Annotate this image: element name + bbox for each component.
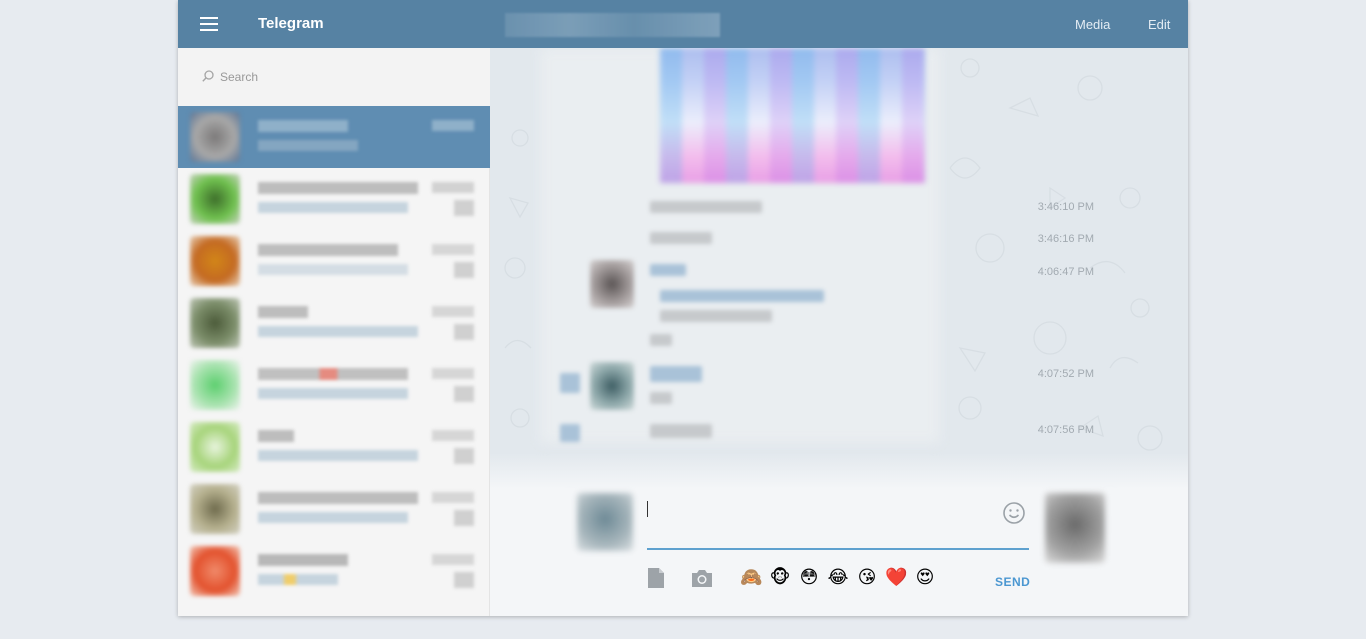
smiley-icon[interactable]: [1002, 501, 1026, 525]
sender-avatar[interactable]: [590, 260, 634, 308]
dialog-badge-redacted: [454, 324, 474, 340]
camera-icon[interactable]: [691, 568, 713, 588]
dialog-date-redacted: [432, 182, 474, 193]
dialog-badge-redacted: [454, 572, 474, 588]
message-timestamp: 4:06:47 PM: [1037, 266, 1094, 278]
dialog-name-redacted: [258, 244, 398, 256]
message-status-redacted: [560, 424, 580, 442]
sender-avatar[interactable]: [590, 362, 634, 410]
dialog-message-redacted: [258, 450, 418, 461]
dialog-item[interactable]: [178, 416, 490, 478]
dialog-name-redacted: [258, 492, 418, 504]
dialog-item[interactable]: [178, 292, 490, 354]
message-timestamp: 4:07:56 PM: [1037, 424, 1094, 436]
text-caret: [647, 501, 648, 517]
dialog-date-redacted: [432, 430, 474, 441]
dialogs-sidebar: [178, 48, 490, 616]
dialog-name-redacted: [258, 182, 418, 194]
dialog-name-redacted: [258, 306, 308, 318]
quick-emoji-heart[interactable]: ❤️: [885, 566, 907, 588]
send-button[interactable]: SEND: [995, 575, 1030, 589]
dialog-date-redacted: [432, 244, 474, 255]
avatar: [190, 112, 240, 162]
dialog-date-redacted: [432, 492, 474, 503]
edit-button[interactable]: Edit: [1148, 17, 1170, 32]
message-status-redacted: [560, 373, 580, 393]
quick-emoji-see-no-evil-monkey[interactable]: 🙈: [740, 566, 762, 588]
dialog-item[interactable]: [178, 478, 490, 540]
dialog-name-redacted: [258, 430, 294, 442]
avatar: [190, 484, 240, 534]
dialog-date-redacted: [432, 120, 474, 131]
message-text-redacted: [650, 424, 712, 438]
dialog-date-redacted: [432, 306, 474, 317]
avatar: [190, 174, 240, 224]
avatar: [190, 298, 240, 348]
message-text-redacted: [650, 334, 672, 346]
dialog-badge-redacted: [454, 262, 474, 278]
dialog-message-redacted: [258, 326, 418, 337]
chat-area: 3:46:10 PM 3:46:16 PM 4:06:47 PM 4:07:52…: [490, 48, 1188, 616]
dialog-message-redacted: [258, 202, 408, 213]
message-text-redacted: [650, 201, 762, 213]
dialog-message-redacted: [258, 140, 358, 151]
message-text-redacted: [650, 232, 712, 244]
avatar: [190, 546, 240, 596]
avatar: [190, 422, 240, 472]
dialog-message-redacted: [258, 574, 338, 585]
dialog-item[interactable]: [178, 540, 490, 602]
app-title: Telegram: [258, 15, 324, 32]
photo-message-redacted[interactable]: [660, 48, 925, 183]
message-composer: 🙈 🐵 😳 😂 😘 ❤️ 😍 SEND: [490, 453, 1188, 616]
search-bar: [178, 48, 490, 106]
peer-avatar[interactable]: [1045, 493, 1105, 563]
message-text-redacted: [660, 310, 772, 322]
avatar: [190, 236, 240, 286]
peer-name-redacted[interactable]: [505, 13, 720, 37]
telegram-window: Telegram Media Edit Search 3:46:10 PM 3:…: [178, 0, 1188, 616]
dialog-name-redacted: [258, 120, 348, 132]
avatar: [190, 360, 240, 410]
message-input[interactable]: [647, 493, 1029, 550]
sender-name-redacted: [650, 264, 686, 276]
quick-emoji-flushed[interactable]: 😳: [798, 566, 820, 588]
search-field[interactable]: [194, 62, 474, 92]
dialog-date-redacted: [432, 554, 474, 565]
dialog-name-redacted: [258, 554, 348, 566]
quick-emoji-monkey-face[interactable]: 🐵: [769, 566, 791, 588]
dialog-item[interactable]: [178, 168, 490, 230]
dialog-date-redacted: [432, 368, 474, 379]
sender-name-redacted: [650, 366, 702, 382]
media-button[interactable]: Media: [1075, 17, 1110, 32]
search-input[interactable]: [220, 62, 470, 92]
forwarded-link-redacted: [660, 290, 824, 302]
search-icon: [202, 70, 214, 82]
dialog-item[interactable]: [178, 106, 490, 168]
app-header: Telegram Media Edit: [178, 0, 1188, 48]
dialog-item[interactable]: [178, 354, 490, 416]
message-timestamp: 4:07:52 PM: [1037, 368, 1094, 380]
dialog-badge-redacted: [454, 386, 474, 402]
my-avatar[interactable]: [577, 493, 633, 551]
dialog-badge-redacted: [454, 200, 474, 216]
dialog-name-redacted: [258, 368, 408, 380]
dialog-message-redacted: [258, 388, 408, 399]
quick-emoji-tears-of-joy[interactable]: 😂: [827, 566, 849, 588]
hamburger-menu-icon[interactable]: [196, 14, 222, 34]
message-timestamp: 3:46:16 PM: [1037, 233, 1094, 245]
quick-emoji-blowing-kiss[interactable]: 😘: [856, 566, 878, 588]
dialog-badge-redacted: [454, 510, 474, 526]
dialog-message-redacted: [258, 512, 408, 523]
message-timestamp: 3:46:10 PM: [1037, 201, 1094, 213]
message-text-redacted: [650, 392, 672, 404]
dialog-badge-redacted: [454, 448, 474, 464]
quick-emoji-heart-eyes[interactable]: 😍: [914, 566, 936, 588]
dialog-item[interactable]: [178, 230, 490, 292]
dialog-message-redacted: [258, 264, 408, 275]
file-icon[interactable]: [646, 567, 666, 589]
